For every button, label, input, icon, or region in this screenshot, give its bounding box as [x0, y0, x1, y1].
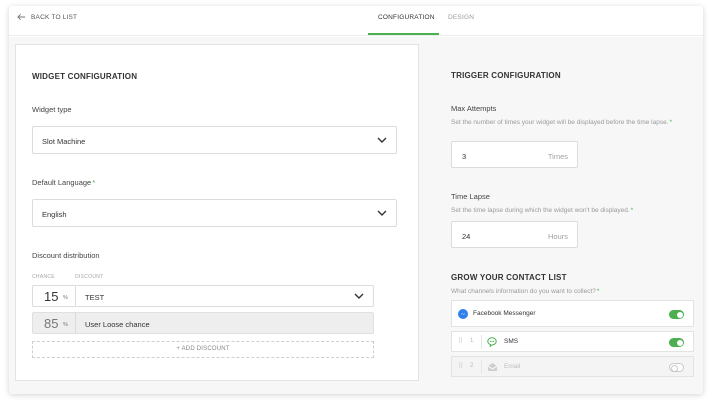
- channel-email[interactable]: ⠿ 2 Email: [451, 356, 694, 377]
- messenger-icon: [458, 309, 468, 319]
- widget-type-value: Slot Machine: [42, 137, 86, 146]
- chevron-down-icon: [377, 137, 387, 143]
- chevron-down-icon: [377, 210, 387, 216]
- default-language-value: English: [42, 210, 67, 219]
- divider: [481, 360, 482, 374]
- channel-label: SMS: [504, 338, 519, 345]
- channel-order: 1: [470, 338, 474, 344]
- sms-icon: [487, 337, 497, 347]
- app-frame: BACK TO LIST CONFIGURATION DESIGN WIDGET…: [9, 6, 703, 394]
- time-lapse-hint: Set the time lapse during which the widg…: [451, 207, 634, 214]
- chance-value: 15: [44, 289, 59, 304]
- top-bar: BACK TO LIST CONFIGURATION DESIGN: [9, 6, 703, 36]
- tab-configuration[interactable]: CONFIGURATION: [378, 14, 435, 21]
- percent-sign: %: [63, 322, 68, 328]
- time-lapse-input[interactable]: 24 Hours: [451, 221, 578, 248]
- time-lapse-label: Time Lapse: [451, 192, 490, 201]
- chevron-down-icon[interactable]: [354, 293, 364, 300]
- facebook-messenger-toggle[interactable]: [669, 310, 684, 319]
- widget-configuration-title: WIDGET CONFIGURATION: [32, 72, 138, 81]
- required-marker: *: [596, 288, 600, 295]
- back-to-list-button[interactable]: BACK TO LIST: [17, 13, 77, 21]
- max-attempts-input[interactable]: 3 Times: [451, 141, 578, 168]
- back-to-list-label: BACK TO LIST: [31, 13, 78, 21]
- required-marker: *: [92, 178, 96, 187]
- trigger-configuration-title: TRIGGER CONFIGURATION: [451, 71, 561, 80]
- chance-field[interactable]: 15 %: [33, 286, 76, 306]
- time-lapse-unit: Hours: [547, 232, 568, 241]
- channel-facebook-messenger[interactable]: Facebook Messenger: [451, 300, 694, 327]
- required-marker: *: [669, 119, 673, 126]
- add-discount-button[interactable]: + ADD DISCOUNT: [32, 341, 374, 358]
- grow-contact-list-hint: What channels information do you want to…: [451, 288, 600, 295]
- required-marker: *: [630, 207, 634, 214]
- sms-toggle[interactable]: [669, 338, 684, 347]
- max-attempts-label: Max Attempts: [451, 104, 497, 113]
- discount-row[interactable]: 15 % TEST: [32, 285, 374, 307]
- email-toggle[interactable]: [669, 363, 684, 372]
- max-attempts-value: 3: [462, 152, 467, 161]
- default-language-label: Default Language*: [32, 178, 96, 187]
- discount-distribution-label: Discount distribution: [32, 251, 100, 260]
- drag-handle-icon[interactable]: ⠿: [458, 362, 463, 370]
- email-icon: [487, 363, 498, 371]
- discount-value: TEST: [85, 293, 105, 302]
- loose-chance-value: 85: [44, 316, 59, 331]
- trigger-configuration-panel: TRIGGER CONFIGURATION Max Attempts Set t…: [419, 44, 703, 387]
- max-attempts-unit: Times: [547, 152, 568, 161]
- widget-configuration-panel: WIDGET CONFIGURATION Widget type Slot Ma…: [15, 44, 419, 381]
- loose-chance-row: 85 % User Loose chance: [32, 312, 374, 334]
- divider: [481, 335, 482, 349]
- channel-order: 2: [470, 363, 474, 369]
- loose-chance-label: User Loose chance: [85, 320, 150, 329]
- widget-type-label: Widget type: [32, 105, 72, 114]
- channel-label: Facebook Messenger: [473, 310, 536, 317]
- main-content: WIDGET CONFIGURATION Widget type Slot Ma…: [9, 37, 703, 394]
- tab-design[interactable]: DESIGN: [448, 14, 474, 21]
- time-lapse-value: 24: [462, 232, 471, 241]
- loose-chance-field: 85 %: [33, 313, 76, 333]
- default-language-select[interactable]: English: [32, 199, 397, 227]
- discount-column-header: DISCOUNT: [75, 274, 104, 280]
- channel-sms[interactable]: ⠿ 1 SMS: [451, 331, 694, 352]
- active-tab-indicator: [368, 33, 439, 35]
- channel-label: Email: [504, 363, 521, 370]
- max-attempts-hint: Set the number of times your widget will…: [451, 119, 673, 126]
- drag-handle-icon[interactable]: ⠿: [458, 337, 463, 345]
- percent-sign: %: [63, 295, 68, 301]
- arrow-left-icon: [17, 13, 26, 21]
- widget-type-select[interactable]: Slot Machine: [32, 126, 397, 154]
- chance-column-header: CHANCE: [32, 274, 55, 280]
- grow-contact-list-title: GROW YOUR CONTACT LIST: [451, 273, 567, 282]
